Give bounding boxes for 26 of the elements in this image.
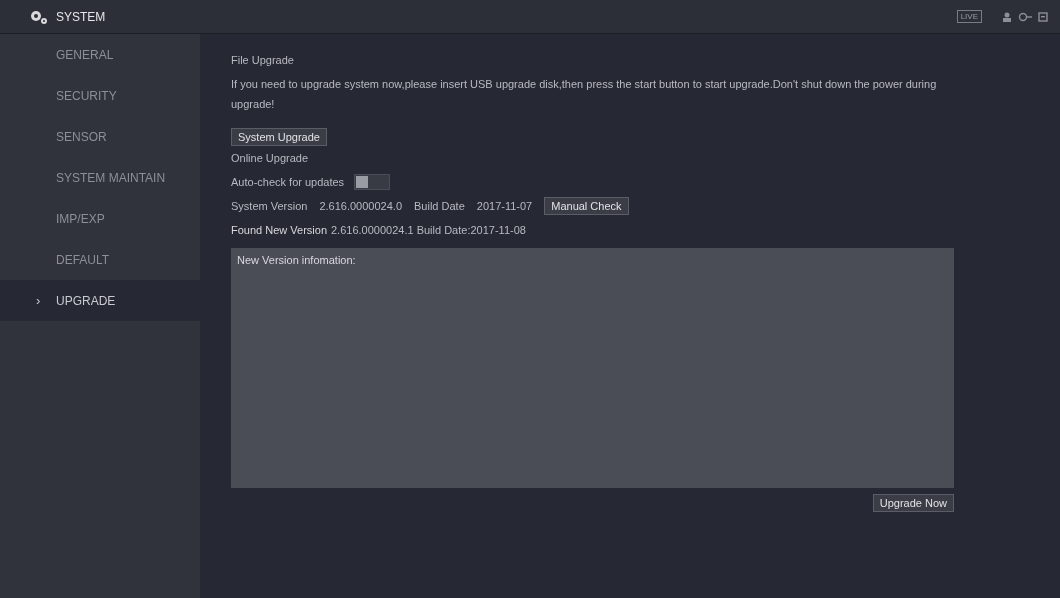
sidebar-item[interactable]: › UPGRADE: [0, 280, 200, 321]
system-upgrade-button[interactable]: System Upgrade: [231, 128, 327, 146]
sidebar-item[interactable]: SYSTEM MAINTAIN: [0, 157, 200, 198]
header-title: SYSTEM: [56, 9, 106, 24]
user-icon[interactable]: [1002, 11, 1012, 22]
sidebar-item[interactable]: SENSOR: [0, 116, 200, 157]
chevron-icon: ›: [36, 293, 41, 308]
auto-check-label: Auto-check for updates: [231, 176, 345, 188]
build-date-value: 2017-11-07: [476, 200, 533, 212]
section-heading: Online Upgrade: [231, 151, 309, 166]
system-version-value: 2.616.0000024.0: [319, 200, 402, 212]
sidebar-item[interactable]: SECURITY: [0, 75, 200, 116]
version-info-box: New Version infomation:: [231, 248, 954, 488]
auto-check-toggle[interactable]: [354, 174, 391, 190]
found-version-label: Found New Version: [231, 224, 327, 236]
sidebar-item[interactable]: IMP/EXP: [0, 198, 200, 239]
live-button[interactable]: LIVE: [956, 10, 982, 23]
manual-check-button[interactable]: Manual Check: [544, 197, 629, 215]
upgrade-now-button[interactable]: Upgrade Now: [872, 494, 954, 512]
section-heading: File Upgrade: [231, 53, 294, 68]
found-version-info: 2.616.0000024.1 Build Date:2017-11-08: [331, 224, 526, 236]
sidebar-item[interactable]: DEFAULT: [0, 239, 200, 280]
build-date-label: Build Date: [414, 200, 465, 212]
upgrade-notice: If you need to upgrade system now,please insert USB upgrade disk,then press the start button to start upgrade.Don't shut down the power during upgrade!: [231, 77, 938, 112]
sidebar-item[interactable]: GENERAL: [0, 34, 200, 75]
system-version-label: System Version: [231, 200, 308, 212]
